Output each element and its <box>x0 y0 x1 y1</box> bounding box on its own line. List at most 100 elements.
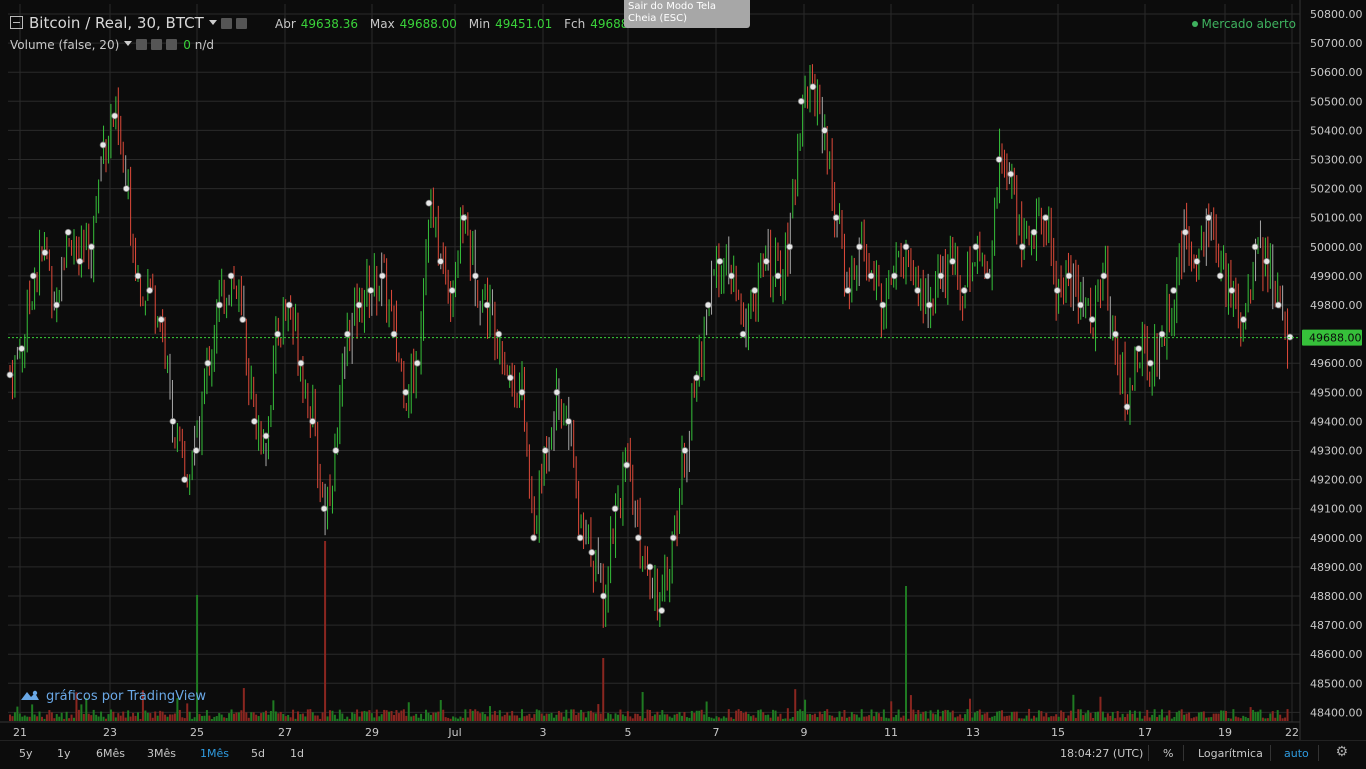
high-label: Max <box>369 17 395 31</box>
collapse-icon[interactable] <box>10 16 23 29</box>
indicator-dot <box>472 272 479 280</box>
indicator-dot <box>1088 316 1096 323</box>
indicator-dot <box>623 461 631 469</box>
range-1d[interactable]: 1d <box>290 747 304 760</box>
indicator-dot <box>367 287 375 294</box>
indicator-dot <box>541 447 549 454</box>
indicator-dot <box>29 272 37 280</box>
indicator-dot <box>658 607 666 614</box>
indicator-dot <box>274 330 282 338</box>
indicator-dot <box>344 330 351 338</box>
volume-label: Volume (false, 20) <box>10 38 120 52</box>
indicator-dot <box>518 388 526 396</box>
indicator-dot <box>122 185 130 193</box>
indicator-dot <box>821 126 828 134</box>
indicator-dot <box>227 272 235 280</box>
chevron-down-icon[interactable] <box>208 20 217 25</box>
indicator-dot <box>216 301 223 309</box>
divider <box>1318 745 1319 761</box>
indicator-dot <box>285 301 293 309</box>
fullscreen-tooltip: Sair do Modo Tela Cheia (ESC) <box>624 0 750 28</box>
indicator-dot <box>1065 272 1073 280</box>
y-tick-label: 49500.00 <box>1310 386 1363 399</box>
y-tick-label: 48800.00 <box>1310 590 1363 603</box>
indicator-dot <box>169 417 177 425</box>
indicator-dot <box>634 534 642 542</box>
indicator-dot <box>669 534 677 542</box>
eye-icon[interactable] <box>136 39 148 50</box>
indicator-dot <box>146 287 154 294</box>
format-icon[interactable] <box>235 18 247 29</box>
x-tick-label: 29 <box>365 726 379 739</box>
indicator-dot <box>53 301 60 309</box>
x-tick-label: 7 <box>713 726 720 739</box>
bottom-toolbar: 5y 1y 6Mês 3Mês 1Mês 5d 1d 18:04:27 (UTC… <box>0 740 1366 769</box>
y-tick-label: 50400.00 <box>1310 124 1363 137</box>
range-1y[interactable]: 1y <box>57 747 71 760</box>
indicator-dot <box>530 534 538 542</box>
close-icon[interactable] <box>166 39 178 50</box>
x-tick-label: 19 <box>1218 726 1232 739</box>
x-tick-label: 15 <box>1051 726 1065 739</box>
price-chart[interactable]: 21 23 25 27 29 Jul 3 5 7 9 11 13 15 17 19 22 50800.00 507… <box>0 0 1366 740</box>
indicator-dot <box>1181 228 1189 236</box>
indicator-dot <box>250 417 258 425</box>
close-label: Fch <box>564 17 586 31</box>
range-5y[interactable]: 5y <box>19 747 33 760</box>
y-tick-label: 48700.00 <box>1310 619 1363 632</box>
indicator-dot <box>1251 243 1259 251</box>
indicator-dot <box>600 592 607 600</box>
log-toggle[interactable]: Logarítmica <box>1198 747 1263 760</box>
percent-toggle[interactable]: % <box>1163 747 1173 760</box>
indicator-dot <box>1193 257 1201 265</box>
symbol-title-text: Bitcoin / Real, 30, BTCT <box>29 14 204 32</box>
y-tick-label: 48600.00 <box>1310 648 1363 661</box>
x-tick-label: Jul <box>447 726 461 739</box>
y-tick-label: 50700.00 <box>1310 37 1363 50</box>
gear-icon[interactable]: ⚙ <box>1335 744 1348 760</box>
settings-icon[interactable] <box>220 18 232 29</box>
divider <box>1183 745 1184 761</box>
indicator-dot <box>902 243 910 251</box>
indicator-dot <box>1053 287 1061 294</box>
indicator-dot <box>786 243 794 251</box>
range-5d[interactable]: 5d <box>251 747 265 760</box>
range-1m[interactable]: 1Mês <box>200 747 229 760</box>
indicator-dot <box>425 199 433 207</box>
tooltip-line-1: Sair do Modo Tela <box>628 1 717 12</box>
volume-legend[interactable]: Volume (false, 20) 0 n/d <box>10 38 214 52</box>
indicator-dot <box>1263 257 1271 265</box>
settings-icon[interactable] <box>151 39 163 50</box>
indicator-dot <box>437 257 444 265</box>
indicator-dot <box>1146 359 1154 367</box>
indicator-dot <box>1286 333 1294 341</box>
range-3m[interactable]: 3Mês <box>147 747 176 760</box>
indicator-dot <box>797 97 805 105</box>
symbol-title[interactable]: Bitcoin / Real, 30, BTCT <box>10 14 247 32</box>
indicator-dot <box>262 432 270 440</box>
indicator-dot <box>413 359 421 367</box>
indicator-dot <box>506 374 514 382</box>
indicator-dot <box>41 249 49 257</box>
indicator-dot <box>1240 316 1247 323</box>
indicator-dot <box>88 243 95 251</box>
market-status: Mercado aberto <box>1191 17 1296 31</box>
x-tick-label: 13 <box>966 726 980 739</box>
indicator-dot <box>832 214 840 222</box>
indicator-dot <box>751 287 759 294</box>
y-tick-label: 50600.00 <box>1310 66 1363 79</box>
chevron-down-icon[interactable] <box>124 41 133 46</box>
indicator-dot <box>588 548 596 556</box>
indicator-dot <box>378 272 386 280</box>
indicator-dot <box>239 316 247 323</box>
range-6m[interactable]: 6Mês <box>96 747 125 760</box>
indicator-dot <box>99 141 107 149</box>
open-value: 49638.36 <box>300 17 359 31</box>
indicator-dot <box>1228 287 1236 294</box>
tradingview-brand[interactable]: gráficos por TradingView <box>20 689 206 704</box>
indicator-dot <box>646 563 654 571</box>
auto-toggle[interactable]: auto <box>1284 747 1309 760</box>
indicator-dot <box>1100 272 1108 280</box>
indicator-dot <box>867 272 875 280</box>
indicator-dot <box>553 388 561 396</box>
